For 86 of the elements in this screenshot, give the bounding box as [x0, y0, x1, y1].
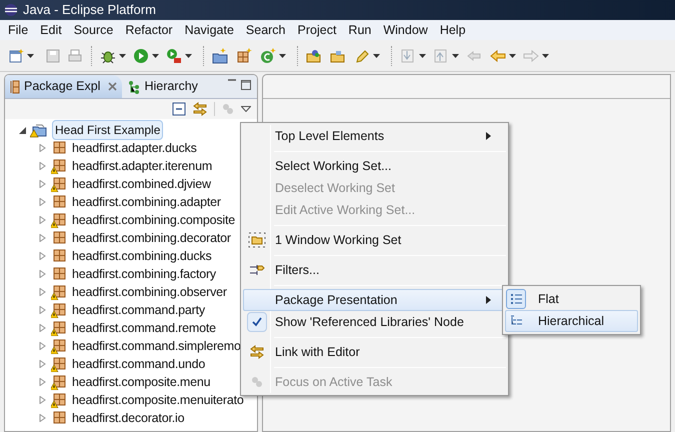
package-icon — [51, 194, 67, 210]
package-icon[interactable] — [236, 48, 252, 64]
tree-item[interactable]: headfirst.composite.menuiterato — [72, 390, 244, 410]
menu-item[interactable]: Refactor — [119, 20, 179, 40]
filter-icon — [249, 262, 265, 278]
link-icon[interactable] — [192, 101, 208, 117]
tree-item[interactable]: headfirst.combining.ducks — [72, 246, 212, 266]
caret-icon[interactable] — [509, 54, 516, 58]
caret-icon[interactable] — [542, 54, 549, 58]
collapse-all-icon[interactable] — [172, 102, 186, 116]
menu-item[interactable]: Hierarchical — [505, 310, 638, 332]
hierarchy-icon — [128, 80, 140, 94]
package-warning-icon — [51, 392, 67, 408]
tree-item[interactable]: headfirst.combining.observer — [72, 282, 227, 302]
window-title: Java - Eclipse Platform — [23, 1, 156, 20]
package-icon — [51, 410, 67, 426]
list-icon — [509, 292, 523, 306]
package-warning-icon — [51, 158, 67, 174]
link-icon — [249, 344, 265, 360]
view-tab[interactable]: Package Expl — [5, 75, 122, 98]
package-icon — [51, 248, 67, 264]
save-icon[interactable] — [45, 48, 61, 64]
menu-item[interactable]: Search — [240, 20, 292, 40]
tree-item[interactable]: headfirst.decorator.io — [72, 408, 184, 428]
tree-item[interactable]: Head First Example — [52, 120, 164, 140]
package-warning-icon — [51, 212, 67, 228]
expand-arrow-icon[interactable] — [19, 126, 26, 134]
menu-item[interactable]: Window — [377, 20, 434, 40]
package-warning-icon — [51, 320, 67, 336]
menu-item[interactable]: Filters... — [243, 259, 506, 281]
folder-icon — [248, 232, 266, 248]
dots-icon — [250, 375, 264, 389]
tree-item[interactable]: headfirst.combined.djview — [72, 174, 211, 194]
view-menu-icon[interactable] — [241, 106, 251, 112]
tree-item[interactable]: headfirst.command.simpleremo — [72, 336, 241, 356]
caret-icon[interactable] — [185, 54, 192, 58]
menu-item[interactable]: File — [2, 20, 34, 40]
menu-item[interactable]: Project — [292, 20, 342, 40]
menu-item[interactable]: Run — [342, 20, 378, 40]
caret-icon[interactable] — [119, 54, 126, 58]
menu-item[interactable]: Source — [68, 20, 120, 40]
package-icon — [10, 80, 20, 94]
new-file-icon[interactable] — [8, 48, 24, 64]
package-icon — [51, 230, 67, 246]
caret-icon[interactable] — [419, 54, 426, 58]
package-icon — [51, 140, 67, 156]
package-warning-icon — [51, 302, 67, 318]
caret-icon[interactable] — [152, 54, 159, 58]
run-tool-icon[interactable] — [166, 48, 182, 64]
menu-item[interactable]: Navigate — [178, 20, 240, 40]
menu-item[interactable]: Top Level Elements — [243, 125, 506, 147]
menu-item[interactable]: Select Working Set... — [243, 155, 506, 177]
menu-item[interactable]: Edit — [34, 20, 68, 40]
package-warning-icon — [51, 176, 67, 192]
tree-item[interactable]: headfirst.combining.decorator — [72, 228, 231, 248]
maximize-icon[interactable] — [241, 80, 251, 90]
package-icon — [51, 266, 67, 282]
tree-item[interactable]: headfirst.adapter.iterenum — [72, 156, 212, 176]
menu-item[interactable]: Flat — [505, 288, 638, 310]
menu-item[interactable]: Help — [434, 20, 472, 40]
tree-item[interactable]: headfirst.combining.adapter — [72, 192, 221, 212]
tree-item[interactable]: headfirst.combining.composite — [72, 210, 236, 230]
close-icon[interactable] — [108, 82, 118, 91]
app-icon — [4, 3, 18, 17]
package-warning-icon — [51, 374, 67, 390]
package-warning-icon — [51, 338, 67, 354]
tree-item[interactable]: headfirst.command.remote — [72, 318, 216, 338]
print-icon[interactable] — [67, 48, 83, 64]
tree-item[interactable]: headfirst.command.undo — [72, 354, 206, 374]
caret-icon[interactable] — [452, 54, 459, 58]
tree-item[interactable]: headfirst.adapter.ducks — [72, 138, 197, 158]
tree-item[interactable]: headfirst.command.party — [72, 300, 205, 320]
caret-icon[interactable] — [373, 54, 380, 58]
caret-icon[interactable] — [27, 54, 34, 58]
menu-item[interactable]: Show 'Referenced Libraries' Node — [243, 311, 506, 333]
package-warning-icon — [51, 356, 67, 372]
package-warning-icon — [51, 284, 67, 300]
menu-item[interactable]: Link with Editor — [243, 341, 506, 363]
tree-item[interactable]: headfirst.combining.factory — [72, 264, 216, 284]
new-folder-icon[interactable] — [212, 48, 228, 64]
tree-item[interactable]: headfirst.composite.menu — [72, 372, 210, 392]
menu-item[interactable]: 1 Window Working Set — [243, 229, 506, 251]
open-folder-icon[interactable] — [306, 48, 322, 64]
view-tab[interactable]: Hierarchy — [122, 75, 204, 98]
dots-icon[interactable] — [221, 102, 235, 116]
caret-icon[interactable] — [279, 54, 286, 58]
